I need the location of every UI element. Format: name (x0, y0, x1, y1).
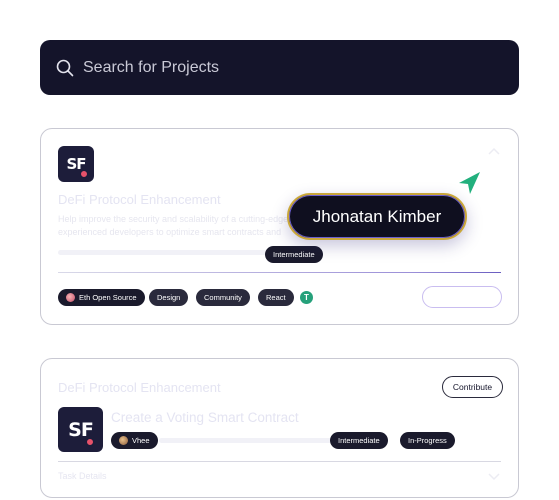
task-logo: SF (58, 407, 103, 452)
task-title: Create a Voting Smart Contract (111, 410, 299, 425)
placeholder-line (58, 250, 288, 255)
tag-eth-open-source[interactable]: Eth Open Source (58, 289, 145, 306)
chevron-down-icon[interactable] (488, 473, 500, 481)
assignee-avatar (119, 436, 128, 445)
user-name-tooltip: Jhonatan Kimber (287, 193, 467, 240)
task-details-label[interactable]: Task Details (58, 471, 107, 481)
tag-design[interactable]: Design (149, 289, 189, 306)
level-badge: Intermediate (330, 432, 388, 449)
contribute-button[interactable]: Contribute (442, 376, 503, 398)
project-title: DeFi Protocol Enhancement (58, 380, 221, 395)
task-card[interactable]: DeFi Protocol Enhancement Contribute SF … (40, 358, 519, 498)
search-input[interactable] (83, 58, 519, 77)
project-title: DeFi Protocol Enhancement (58, 192, 221, 207)
assignee-name: Vhee (132, 436, 150, 445)
project-description-line-2: experienced developers to optimize smart… (58, 227, 282, 237)
search-bar[interactable] (40, 40, 519, 95)
tag-avatar-icon (66, 293, 75, 302)
placeholder-line (159, 438, 359, 443)
divider (58, 461, 501, 462)
action-button[interactable] (422, 286, 502, 308)
project-logo: SF (58, 146, 94, 182)
level-badge: Intermediate (265, 246, 323, 263)
search-icon (56, 59, 74, 76)
tag-label: Eth Open Source (79, 293, 137, 302)
logo-badge-dot (80, 170, 88, 178)
divider (58, 272, 501, 273)
tag-react[interactable]: React (258, 289, 294, 306)
logo-badge-dot (86, 438, 94, 446)
tether-icon: T (300, 291, 313, 304)
chevron-up-icon[interactable] (488, 147, 500, 155)
cursor-arrow-icon (459, 172, 480, 194)
status-badge: In-Progress (400, 432, 455, 449)
tag-community[interactable]: Community (196, 289, 250, 306)
assignee-badge[interactable]: Vhee (111, 432, 158, 449)
